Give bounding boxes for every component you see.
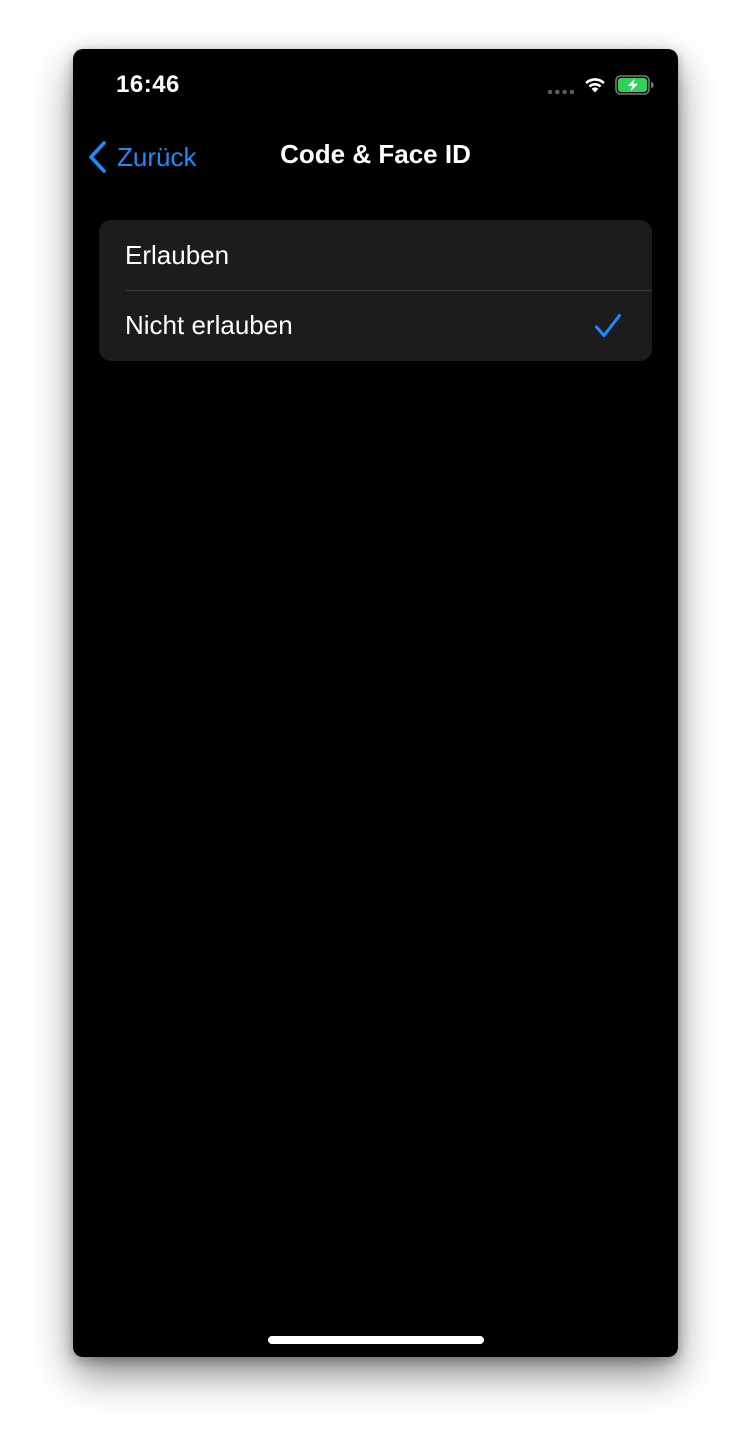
option-disallow[interactable]: Nicht erlauben [99,290,652,360]
checkmark-icon [595,314,621,337]
phone-screen: 16:46 Zurück Code & Face ID Erlauben Nic… [73,49,678,1357]
option-label: Nicht erlauben [125,309,293,340]
options-list: Erlauben Nicht erlauben [99,220,652,361]
signal-dots-icon [547,89,575,95]
status-time: 16:46 [116,71,180,98]
home-indicator[interactable] [268,1336,484,1344]
option-allow[interactable]: Erlauben [99,220,652,290]
page-title: Code & Face ID [280,139,471,169]
battery-charging-icon [615,75,654,95]
status-bar: 16:46 [73,49,678,129]
option-label: Erlauben [125,239,230,270]
wifi-icon [585,78,605,93]
navigation-bar: Zurück Code & Face ID [73,129,678,183]
